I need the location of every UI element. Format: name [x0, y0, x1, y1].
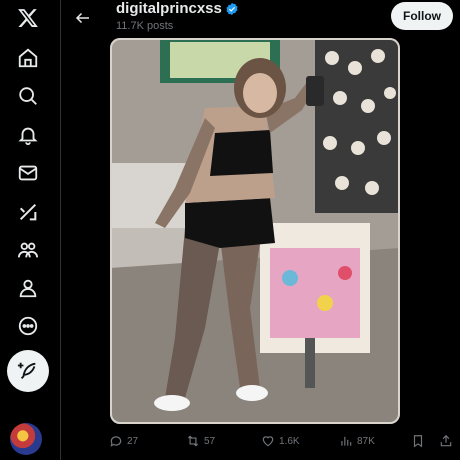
bookmark-icon[interactable] [411, 426, 429, 456]
notifications-icon[interactable] [8, 115, 48, 155]
verified-badge-icon [226, 2, 238, 15]
follow-button[interactable]: Follow [391, 2, 453, 30]
more-icon[interactable] [8, 306, 48, 346]
repost-icon [187, 435, 199, 447]
home-icon[interactable] [8, 38, 48, 78]
views-count: 87K [357, 435, 375, 447]
account-name[interactable]: digitalprincxss [116, 0, 239, 17]
like-action[interactable]: 1.6K [261, 426, 300, 456]
like-count: 1.6K [279, 435, 300, 447]
reply-count: 27 [127, 435, 139, 447]
post-photo[interactable] [110, 38, 400, 424]
repost-action[interactable]: 57 [186, 426, 215, 456]
heart-icon [262, 436, 274, 447]
share-icon[interactable] [439, 426, 457, 456]
communities-icon[interactable] [8, 230, 48, 270]
post-actions-bar: 27 57 1.6K 87K [61, 426, 460, 456]
mirror-selfie-image [110, 38, 400, 424]
x-logo-icon[interactable] [8, 0, 48, 38]
reply-icon [110, 436, 122, 447]
post-button[interactable] [7, 350, 49, 392]
repost-count: 57 [204, 435, 216, 447]
views-action[interactable]: 87K [339, 426, 375, 456]
username-text: digitalprincxss [116, 0, 222, 17]
account-avatar[interactable] [10, 423, 42, 455]
grok-icon[interactable] [8, 192, 48, 232]
back-arrow-icon[interactable] [71, 6, 95, 30]
search-icon[interactable] [8, 76, 48, 116]
posts-count: 11.7K posts [116, 20, 174, 32]
views-chart-icon [341, 436, 352, 446]
reply-action[interactable]: 27 [109, 426, 138, 456]
sidebar-nav [0, 0, 56, 460]
feather-plus-icon [17, 362, 36, 379]
messages-icon[interactable] [8, 153, 48, 193]
profile-icon[interactable] [8, 268, 48, 308]
post-header: digitalprincxss 11.7K posts Follow [61, 0, 460, 38]
column-divider [60, 0, 61, 460]
